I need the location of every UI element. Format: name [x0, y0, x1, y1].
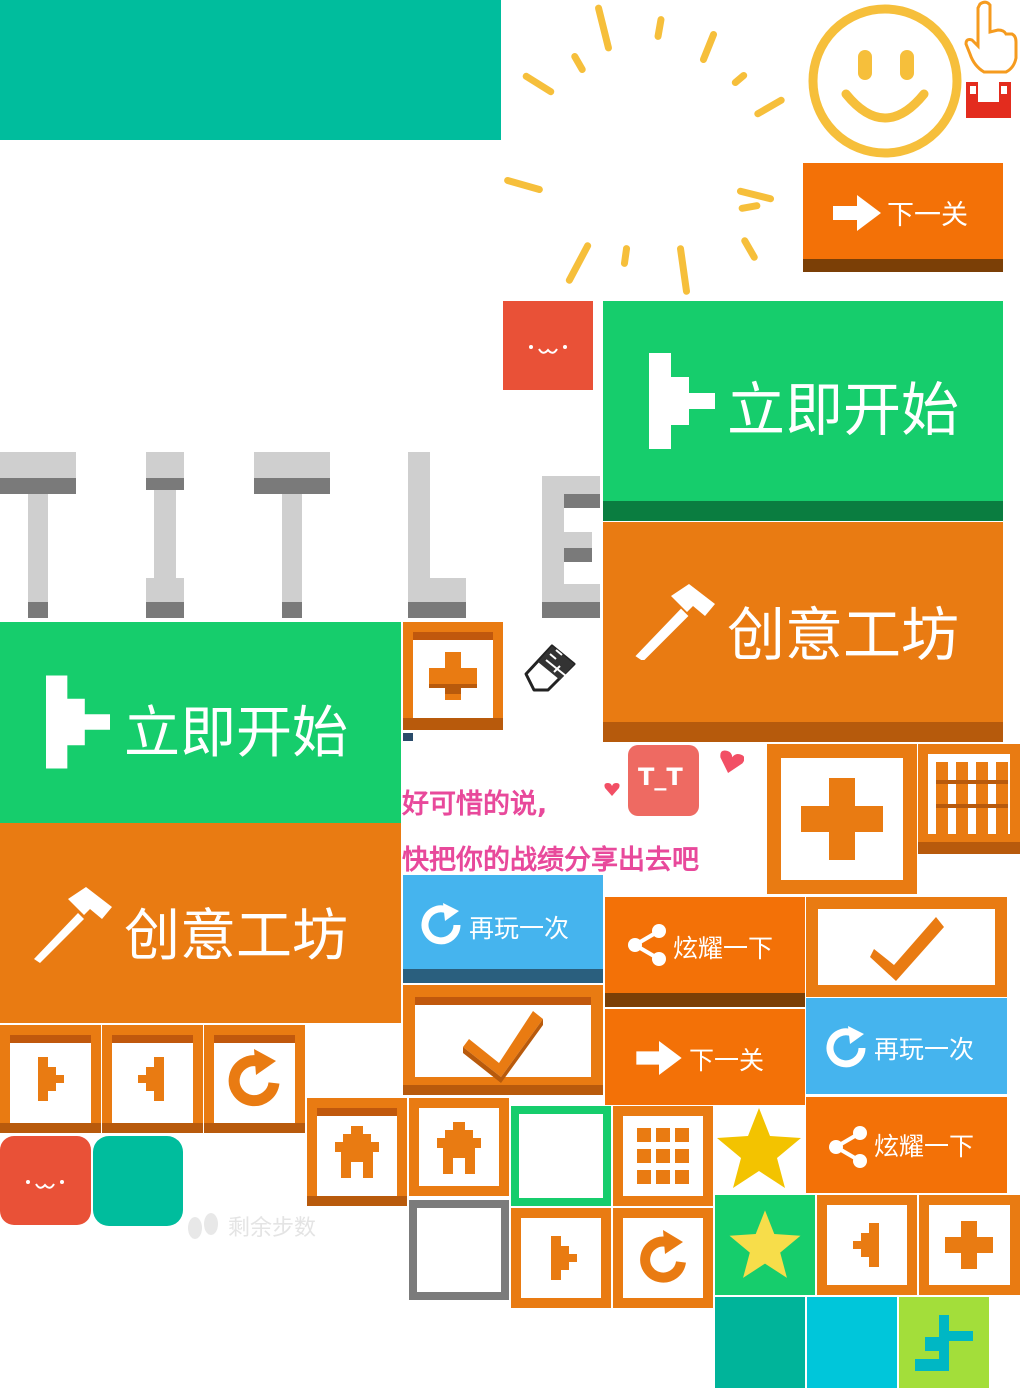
rotate-icon	[228, 1049, 280, 1107]
start-now-button-small[interactable]: 立即开始	[0, 622, 401, 823]
play-again-label: 再玩一次	[469, 914, 570, 943]
header-banner	[0, 0, 501, 140]
play-tile-button[interactable]	[0, 1025, 101, 1133]
play-again-button-2[interactable]: 再玩一次	[806, 998, 1007, 1094]
add-tile-button[interactable]	[403, 622, 503, 730]
home-tile-button[interactable]	[307, 1098, 407, 1206]
arrow-right-icon	[636, 1041, 682, 1075]
teal-swatch	[715, 1297, 805, 1388]
next-level-label: 下一关	[689, 1046, 765, 1075]
show-off-label: 炫耀一下	[673, 934, 774, 963]
heart-icon	[604, 783, 620, 796]
workshop-button-small[interactable]: 创意工坊	[0, 823, 401, 1023]
restart-tile-button[interactable]	[204, 1025, 305, 1133]
teal-block	[93, 1136, 183, 1226]
show-off-label: 炫耀一下	[874, 1132, 975, 1161]
star-tile	[715, 1195, 815, 1295]
back-tile-button-2[interactable]	[817, 1195, 917, 1295]
red-face-tile	[503, 301, 593, 390]
heart-icon	[720, 750, 744, 773]
cyan-swatch	[807, 1297, 897, 1388]
check-icon	[463, 1011, 543, 1083]
play-again-button[interactable]: 再玩一次	[403, 875, 603, 983]
fail-message-line1: 好可惜的说,	[402, 789, 548, 820]
red-face-tile-small	[0, 1136, 91, 1225]
workshop-label: 创意工坊	[727, 601, 960, 669]
start-now-label: 立即开始	[124, 701, 348, 766]
share-icon	[628, 924, 666, 966]
star-icon	[729, 1210, 801, 1278]
rotate-icon	[421, 903, 461, 945]
confirm-tile[interactable]	[403, 985, 603, 1095]
star-icon	[717, 1108, 801, 1188]
show-off-button-2[interactable]: 炫耀一下	[806, 1097, 1007, 1193]
magnet-icon	[966, 82, 1011, 118]
exit-icon	[915, 1315, 973, 1371]
workshop-button[interactable]: 创意工坊	[603, 522, 1003, 742]
back-tile-button[interactable]	[102, 1025, 203, 1133]
plus-icon	[429, 652, 477, 700]
start-now-button[interactable]: 立即开始	[603, 301, 1003, 521]
play-again-label: 再玩一次	[874, 1035, 975, 1064]
play-icon	[38, 1057, 64, 1101]
eraser-icon[interactable]	[522, 640, 580, 692]
empty-slot-gray[interactable]	[409, 1200, 509, 1300]
next-level-button[interactable]: 下一关	[803, 163, 1003, 272]
crying-face-badge: T_T	[628, 745, 699, 816]
play-tile-button-2[interactable]	[511, 1208, 611, 1308]
steps-remaining-label: 剩余步数	[228, 1216, 317, 1241]
workshop-label: 创意工坊	[124, 904, 348, 969]
rotate-icon	[826, 1026, 866, 1068]
hammer-icon	[635, 584, 715, 660]
next-level-label: 下一关	[887, 200, 968, 231]
rotate-icon	[640, 1230, 686, 1283]
add-level-button[interactable]	[767, 744, 917, 894]
level-grid-button[interactable]	[613, 1106, 713, 1206]
arrow-right-icon	[833, 195, 881, 231]
start-now-label: 立即开始	[727, 376, 960, 444]
next-level-button-2[interactable]: 下一关	[605, 1009, 805, 1105]
pattern-tile[interactable]	[918, 744, 1020, 854]
restart-tile-button-2[interactable]	[613, 1208, 713, 1308]
play-icon	[649, 353, 715, 449]
grid-icon	[637, 1128, 689, 1184]
share-icon	[829, 1126, 867, 1168]
back-icon	[853, 1223, 879, 1267]
hammer-icon	[34, 887, 112, 963]
fail-message-line2: 快把你的战绩分享出去吧	[402, 845, 699, 876]
play-icon	[551, 1236, 577, 1280]
pointing-hand-icon[interactable]	[962, 0, 1018, 75]
empty-slot-green[interactable]	[511, 1106, 611, 1206]
check-icon	[870, 917, 944, 981]
grid-icon	[918, 762, 1020, 854]
add-tile-button-2[interactable]	[919, 1195, 1020, 1295]
plus-icon	[945, 1221, 993, 1269]
smiley-sun-icon	[808, 4, 962, 158]
home-icon	[335, 1126, 379, 1178]
back-icon	[138, 1057, 164, 1101]
confirm-button[interactable]	[806, 897, 1007, 997]
lime-exit-tile	[899, 1297, 989, 1388]
plus-icon	[801, 778, 883, 860]
footprint-icon	[188, 1213, 218, 1239]
home-tile-button-2[interactable]	[409, 1098, 509, 1196]
play-icon	[46, 675, 110, 769]
home-icon	[437, 1122, 481, 1174]
show-off-button[interactable]: 炫耀一下	[605, 897, 805, 1007]
